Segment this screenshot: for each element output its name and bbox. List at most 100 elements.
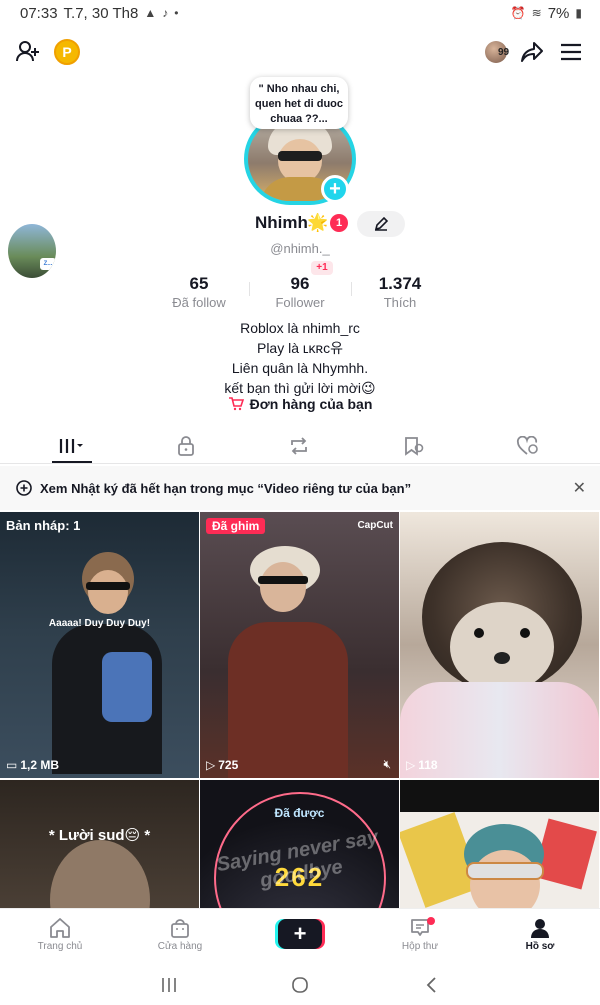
video-thumbnail-pinned[interactable]: Đã ghim CapCut ▷ 725 🔇︎	[200, 512, 399, 778]
stat-value: 65	[189, 274, 209, 293]
bookmark-icon	[405, 436, 424, 456]
draft-size: ▭ 1,2 MB	[6, 758, 59, 772]
thumb-hedgehog-eye	[520, 628, 530, 638]
mute-icon: 🔇︎	[383, 757, 391, 771]
video-thumbnail[interactable]: ▷ 118	[400, 512, 599, 778]
wifi-icon: ≋	[531, 6, 542, 20]
heart-icon	[516, 435, 538, 455]
orders-link[interactable]: Đơn hàng của bạn	[0, 396, 600, 412]
repost-icon	[291, 436, 307, 455]
bottom-nav: Trang chủ Cửa hàng + Hộp thư Hồ sơ	[0, 908, 600, 964]
profile-tabs	[0, 428, 600, 464]
nav-label: Hồ sơ	[525, 941, 555, 952]
battery-level: 7%	[547, 4, 570, 22]
grid-icon	[59, 438, 83, 453]
video-thumbnail[interactable]	[400, 780, 599, 908]
video-caption: * Lười sud😔 *	[48, 827, 151, 844]
tab-liked[interactable]	[488, 428, 568, 463]
nav-home[interactable]: Trang chủ	[15, 915, 105, 952]
nav-label: Hộp thư	[401, 941, 439, 952]
add-circle-icon	[16, 480, 32, 496]
bio-line: Play là ʟᴋʀᴄ유	[256, 340, 344, 356]
tab-videos[interactable]	[32, 428, 112, 463]
view-count-value: 118	[418, 758, 438, 772]
status-badge[interactable]: 1	[330, 214, 348, 232]
creator-avatar-button[interactable]: 99	[478, 34, 514, 70]
notification-icon: ♪	[162, 6, 169, 20]
stat-value: 1.374	[378, 274, 422, 293]
bio-line: kết bạn thì gửi lời mời😉	[224, 380, 376, 396]
lock-icon	[178, 435, 194, 456]
share-button[interactable]	[514, 34, 550, 70]
coins-button[interactable]: P	[49, 34, 85, 70]
status-time: 07:33	[20, 4, 58, 22]
home-icon	[50, 918, 70, 938]
battery-icon: ▮	[575, 6, 582, 20]
play-icon: ▷	[206, 758, 216, 772]
drafts-label: Bản nháp: 1	[6, 518, 81, 533]
avatar-glasses	[278, 151, 322, 161]
add-friend-button[interactable]	[10, 34, 46, 70]
thumb-hedgehog-face	[450, 602, 554, 692]
thumb-figure-bag	[102, 652, 152, 722]
video-caption: Aaaaa! Duy Duy Duy!	[48, 618, 151, 629]
profile-icon	[531, 919, 549, 938]
orders-label: Đơn hàng của bạn	[249, 396, 373, 412]
video-thumbnail-draft[interactable]: Bản nháp: 1 Aaaaa! Duy Duy Duy! ▭ 1,2 MB	[0, 512, 199, 778]
nav-label: Cửa hàng	[157, 941, 203, 952]
stat-followers[interactable]: 96 Follower	[250, 274, 350, 310]
menu-button[interactable]	[553, 34, 589, 70]
thumb-figure-glasses	[86, 582, 130, 590]
name-emoji: 🌟	[307, 213, 329, 232]
tab-private[interactable]	[146, 428, 226, 463]
top-bar: P 99	[0, 32, 600, 72]
back-button[interactable]	[416, 970, 446, 1000]
banner-text: Xem Nhật ký đã hết hạn trong mục “Video …	[40, 480, 412, 496]
profile-handle: @nhimh._	[270, 241, 330, 256]
thumb-hedgehog-eye	[474, 628, 484, 638]
tab-favorites[interactable]	[374, 428, 454, 463]
close-icon[interactable]: ✕	[573, 478, 586, 498]
creator-badge: 99	[498, 47, 510, 58]
edit-profile-button[interactable]	[357, 211, 405, 237]
system-nav-bar	[0, 964, 600, 1005]
home-button[interactable]	[285, 970, 315, 1000]
play-icon: ▷	[406, 758, 416, 772]
add-user-icon	[16, 41, 39, 62]
cart-icon	[228, 397, 244, 411]
video-thumbnail[interactable]: Đã được 262 Saying never say goodbye	[200, 780, 399, 908]
share-icon	[521, 42, 543, 62]
status-date: T.7, 30 Th8	[63, 4, 139, 22]
nav-label: Trang chủ	[37, 941, 83, 952]
dot-icon: •	[174, 6, 179, 20]
video-thumbnail[interactable]: * Lười sud😔 *	[0, 780, 199, 908]
thumb-hedgehog-nose	[494, 652, 510, 664]
recent-apps-button[interactable]	[154, 970, 184, 1000]
stat-value: 96	[290, 274, 310, 293]
plus-icon: +	[329, 178, 341, 200]
nav-shop[interactable]: Cửa hàng	[135, 915, 225, 952]
profile-bio: Roblox là nhimh_rc Play là ʟᴋʀᴄ유 Liên qu…	[0, 318, 600, 398]
shopping-bag-icon	[171, 919, 189, 938]
alarm-icon: ⏰	[510, 6, 526, 20]
add-story-button[interactable]: +	[321, 175, 349, 203]
tab-active-indicator	[52, 461, 92, 463]
view-count: ▷ 725	[206, 758, 238, 772]
stat-likes[interactable]: 1.374 Thích	[350, 274, 450, 310]
warning-icon: ▲	[144, 6, 157, 20]
hamburger-icon	[561, 43, 581, 61]
nav-inbox[interactable]: Hộp thư	[375, 915, 465, 952]
stat-following[interactable]: 65 Đã follow	[149, 274, 249, 310]
thumb-figure-face	[50, 840, 150, 908]
nav-profile[interactable]: Hồ sơ	[495, 915, 585, 952]
stat-label: Thích	[383, 295, 417, 310]
expired-diary-banner[interactable]: Xem Nhật ký đã hết hạn trong mục “Video …	[0, 466, 600, 510]
profile-note[interactable]: " Nho nhau chi, quen het di duoc chuaa ?…	[250, 77, 348, 129]
name-row: Nhimh 🌟 1	[0, 211, 600, 237]
status-bar-right: ⏰ ≋ 7% ▮	[511, 5, 582, 22]
create-post-button[interactable]: +	[278, 919, 322, 949]
pinned-badge: Đã ghim	[206, 518, 266, 534]
tab-reposts[interactable]	[259, 428, 339, 463]
thumb-figure-face	[260, 562, 306, 612]
video-grid: Bản nháp: 1 Aaaaa! Duy Duy Duy! ▭ 1,2 MB…	[0, 512, 600, 908]
